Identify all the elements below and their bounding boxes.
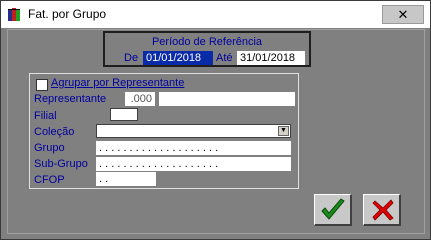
close-button[interactable]: ✕	[382, 5, 424, 24]
date-to-input[interactable]: 31/01/2018	[237, 51, 305, 65]
date-to-label: Até	[216, 52, 233, 64]
subgroup-input[interactable]: . . . . . . . . . . . . . . . . . . . .	[96, 157, 291, 171]
cfop-label: CFOP	[34, 174, 65, 186]
branch-label: Filial	[34, 110, 57, 122]
app-icon	[7, 7, 23, 22]
group-by-representative-label[interactable]: Agrupar por Representante	[51, 77, 184, 89]
representative-label: Representante	[34, 93, 107, 105]
representative-name-input[interactable]	[159, 92, 295, 106]
cancel-button[interactable]	[363, 194, 401, 226]
group-by-representative-checkbox[interactable]	[36, 79, 48, 91]
close-icon: ✕	[397, 7, 409, 22]
cfop-input[interactable]: . .	[96, 172, 156, 186]
representative-code-input[interactable]: .000	[125, 92, 155, 106]
cancel-x-icon	[371, 198, 395, 225]
dialog-window: Fat. por Grupo ✕ Período de Referência D…	[0, 0, 431, 240]
chevron-down-icon[interactable]: ▼	[278, 126, 289, 136]
group-by-representative-label-text: Agrupar por Representante	[51, 77, 185, 89]
date-from-label: De	[124, 52, 139, 64]
title-bar[interactable]: Fat. por Grupo ✕	[1, 1, 430, 28]
collection-select[interactable]: ▼	[96, 124, 291, 138]
group-label: Grupo	[34, 142, 65, 154]
period-title: Período de Referência	[151, 36, 263, 48]
check-icon	[320, 198, 346, 225]
confirm-button[interactable]	[314, 194, 352, 226]
date-from-input[interactable]: 01/01/2018	[143, 51, 213, 65]
collection-label: Coleção	[34, 126, 75, 138]
window-title: Fat. por Grupo	[28, 7, 107, 21]
group-input[interactable]: . . . . . . . . . . . . . . . . . . . .	[96, 141, 291, 155]
branch-input[interactable]	[110, 108, 138, 121]
subgroup-label: Sub-Grupo	[34, 158, 88, 170]
